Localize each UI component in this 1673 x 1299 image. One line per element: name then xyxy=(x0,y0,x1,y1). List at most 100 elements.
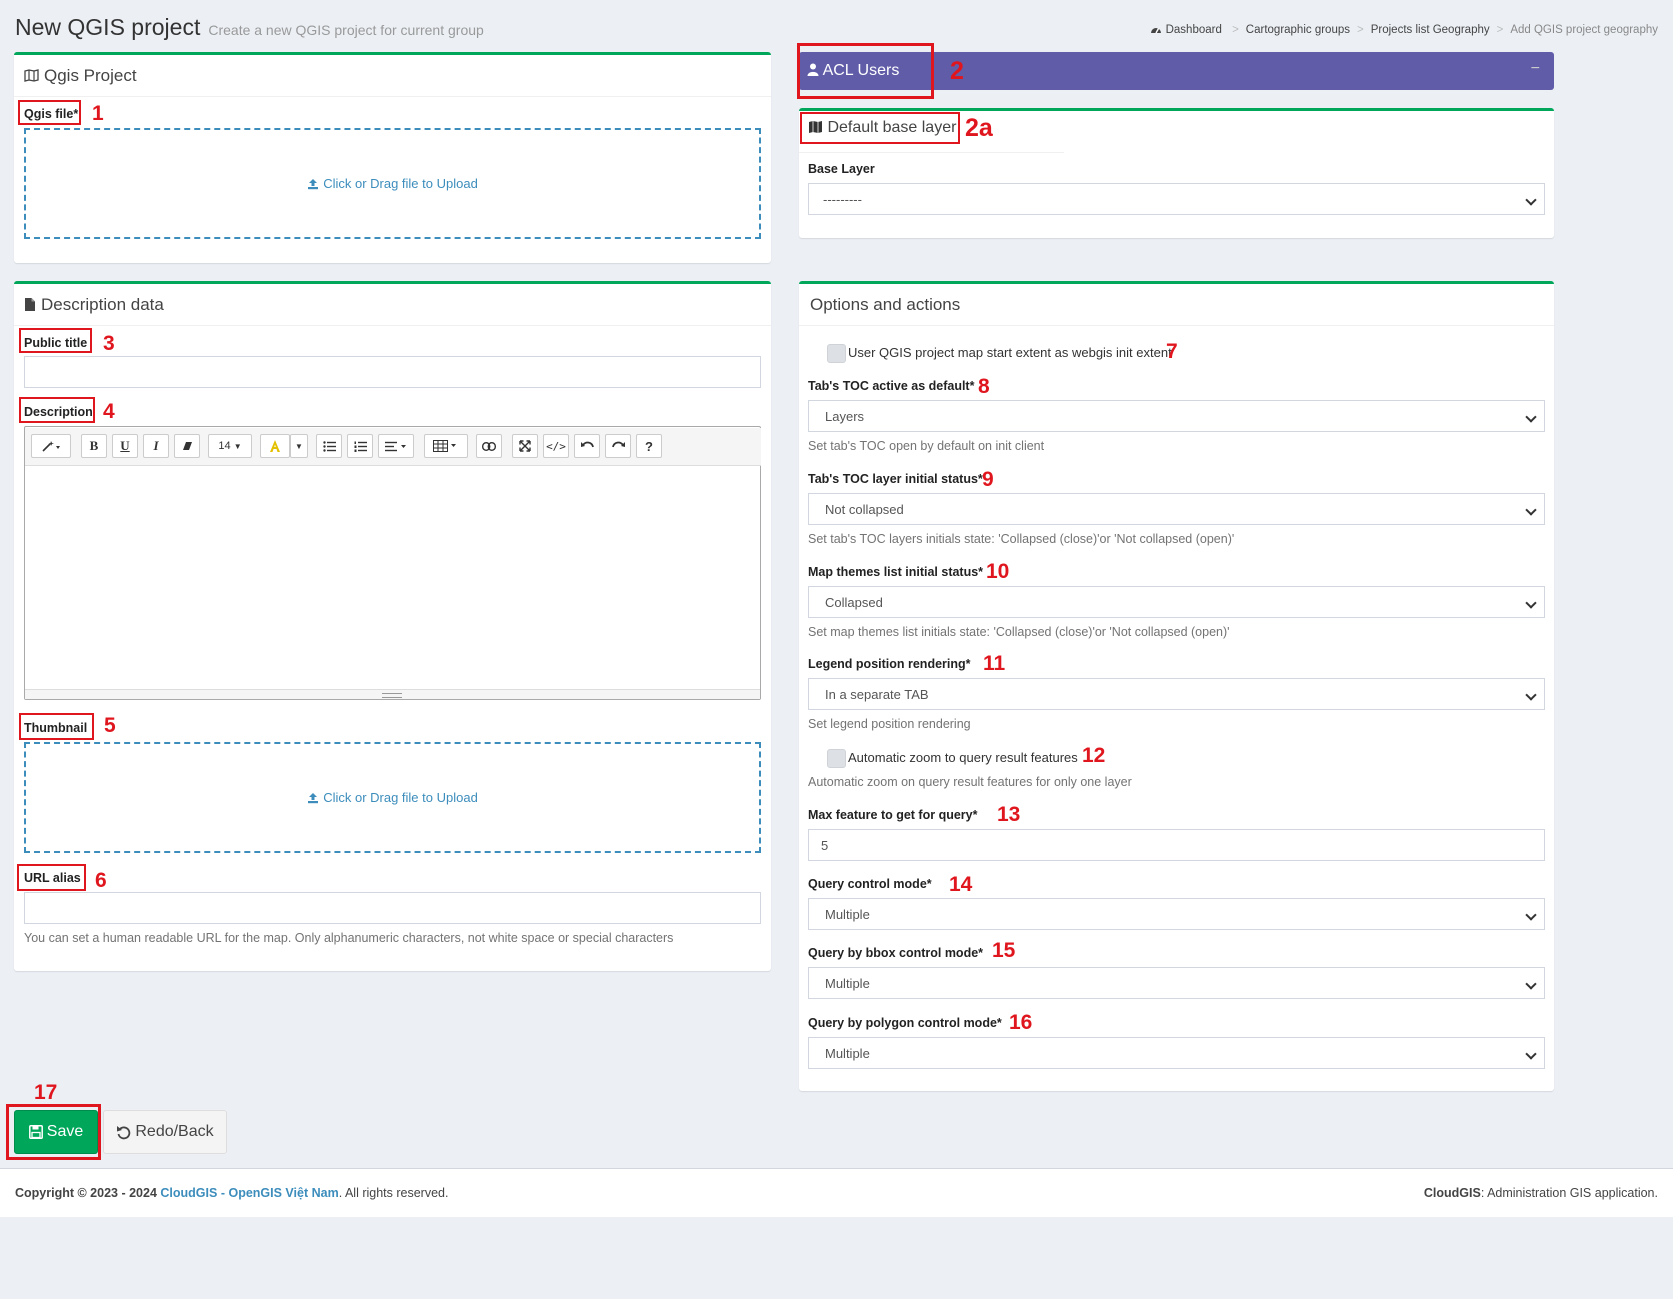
italic-button[interactable]: I xyxy=(143,434,169,458)
toc-layer-select[interactable]: Not collapsed xyxy=(808,493,1545,525)
query-select[interactable]: Multiple xyxy=(808,898,1545,930)
editor-content-area[interactable] xyxy=(25,466,760,689)
annotation-number-5: 5 xyxy=(104,714,116,737)
annotation-number-11: 11 xyxy=(983,652,1006,675)
autozoom-checkbox[interactable] xyxy=(827,749,846,768)
annotation-number-2a: 2a xyxy=(965,114,993,142)
footer-app-info: CloudGIS: Administration GIS application… xyxy=(1423,1186,1658,1200)
breadcrumb-cartographic-groups[interactable]: Cartographic groups xyxy=(1246,24,1350,36)
base-layer-label: Base Layer xyxy=(808,162,875,176)
legend-select[interactable]: In a separate TAB xyxy=(808,678,1545,710)
highlight-dropdown[interactable]: ▼ xyxy=(290,434,308,458)
eraser-button[interactable] xyxy=(174,434,200,458)
thumbnail-dropzone[interactable]: Click or Drag file to Upload xyxy=(24,742,761,853)
toc-label: Tab's TOC active as default* xyxy=(808,379,975,393)
annotation-number-1: 1 xyxy=(92,102,104,125)
polygon-label: Query by polygon control mode* xyxy=(808,1016,1002,1030)
toc-layer-label: Tab's TOC layer initial status* xyxy=(808,472,983,486)
list-ol-icon xyxy=(354,441,367,452)
style-button[interactable] xyxy=(31,434,71,458)
autozoom-label: Automatic zoom to query result features xyxy=(848,750,1078,765)
annotation-box-3 xyxy=(19,328,92,353)
resize-grip-icon xyxy=(382,693,402,698)
options-header: Options and actions xyxy=(799,284,1554,326)
toc-help: Set tab's TOC open by default on init cl… xyxy=(808,439,1045,453)
font-size-select[interactable]: 14 ▼ xyxy=(208,434,252,458)
annotation-number-10: 10 xyxy=(986,560,1010,583)
footer: Copyright © 2023 - 2024 CloudGIS - OpenG… xyxy=(0,1168,1673,1217)
code-view-button[interactable]: </> xyxy=(543,434,569,458)
annotation-number-12: 12 xyxy=(1082,744,1106,767)
public-title-input[interactable] xyxy=(24,356,761,388)
table-button[interactable] xyxy=(424,434,468,458)
legend-label: Legend position rendering* xyxy=(808,657,971,671)
annotation-number-17: 17 xyxy=(34,1081,58,1104)
ordered-list-button[interactable] xyxy=(347,434,373,458)
annotation-box-6 xyxy=(17,864,86,891)
link-button[interactable] xyxy=(476,434,502,458)
toc-layer-help: Set tab's TOC layers initials state: 'Co… xyxy=(808,532,1235,546)
legend-help: Set legend position rendering xyxy=(808,717,971,731)
autozoom-help: Automatic zoom on query result features … xyxy=(808,775,1132,789)
link-icon xyxy=(482,441,496,451)
annotation-box-4 xyxy=(19,397,95,423)
help-button[interactable]: ? xyxy=(636,434,662,458)
breadcrumb: Dashboard > Cartographic groups > Projects … xyxy=(1150,24,1658,36)
upload-icon xyxy=(308,792,319,803)
editor-resize-bar[interactable] xyxy=(25,689,760,699)
page-subtitle: Create a new QGIS project for current gr… xyxy=(208,22,484,38)
polygon-select[interactable]: Multiple xyxy=(808,1037,1545,1069)
annotation-box-1 xyxy=(18,100,81,125)
themes-help: Set map themes list initials state: 'Col… xyxy=(808,625,1230,639)
breadcrumb-dashboard[interactable]: Dashboard xyxy=(1150,24,1225,36)
acl-collapse-button[interactable]: − xyxy=(1531,60,1540,78)
toc-select[interactable]: Layers xyxy=(808,400,1545,432)
opengis-link[interactable]: OpenGIS Việt Nam xyxy=(228,1186,338,1200)
annotation-number-4: 4 xyxy=(103,400,115,423)
unordered-list-button[interactable] xyxy=(316,434,342,458)
magic-wand-icon xyxy=(42,441,60,452)
themes-select[interactable]: Collapsed xyxy=(808,586,1545,618)
annotation-box-2a xyxy=(800,112,960,144)
annotation-number-7: 7 xyxy=(1166,340,1178,363)
qgis-project-header: Qgis Project xyxy=(14,55,771,97)
fullscreen-button[interactable] xyxy=(512,434,538,458)
annotation-number-9: 9 xyxy=(982,468,994,491)
bold-button[interactable]: B xyxy=(81,434,107,458)
description-data-header: Description data xyxy=(14,284,771,326)
annotation-box-2 xyxy=(797,43,934,99)
footer-copyright: Copyright © 2023 - 2024 CloudGIS - OpenG… xyxy=(15,1186,449,1200)
init-extent-label: User QGIS project map start extent as we… xyxy=(848,345,1172,360)
annotation-number-2: 2 xyxy=(950,57,964,85)
annotation-number-15: 15 xyxy=(992,939,1016,962)
annotation-number-16: 16 xyxy=(1009,1011,1033,1034)
editor-toolbar: B U I 14 ▼ ▼ </> ? xyxy=(25,428,761,466)
table-icon xyxy=(433,440,456,452)
redo-button[interactable] xyxy=(605,434,631,458)
url-alias-help: You can set a human readable URL for the… xyxy=(24,931,674,945)
query-label: Query control mode* xyxy=(808,877,932,891)
bbox-label: Query by bbox control mode* xyxy=(808,946,984,960)
init-extent-checkbox[interactable] xyxy=(827,344,846,363)
maxfeat-input[interactable]: 5 xyxy=(808,829,1545,861)
bbox-select[interactable]: Multiple xyxy=(808,967,1545,999)
highlight-button[interactable] xyxy=(260,434,290,458)
base-layer-select[interactable]: --------- xyxy=(808,183,1545,215)
themes-label: Map themes list initial status* xyxy=(808,565,984,579)
list-ul-icon xyxy=(322,440,336,452)
redo-back-button[interactable]: Redo/Back xyxy=(103,1110,227,1154)
qgis-file-dropzone[interactable]: Click or Drag file to Upload xyxy=(24,128,761,239)
underline-button[interactable]: U xyxy=(112,434,138,458)
undo-icon xyxy=(117,1125,131,1139)
annotation-number-6: 6 xyxy=(95,869,107,892)
maxfeat-label: Max feature to get for query* xyxy=(808,808,978,822)
paragraph-align-button[interactable] xyxy=(378,434,414,458)
map-icon xyxy=(24,69,39,82)
cloudgis-link[interactable]: CloudGIS xyxy=(160,1186,217,1200)
breadcrumb-current: Add QGIS project geography xyxy=(1510,24,1658,36)
redo-icon xyxy=(611,441,625,448)
file-icon xyxy=(25,298,35,311)
url-alias-input[interactable] xyxy=(24,892,761,924)
undo-button[interactable] xyxy=(574,434,600,458)
breadcrumb-projects-list[interactable]: Projects list Geography xyxy=(1371,24,1490,36)
